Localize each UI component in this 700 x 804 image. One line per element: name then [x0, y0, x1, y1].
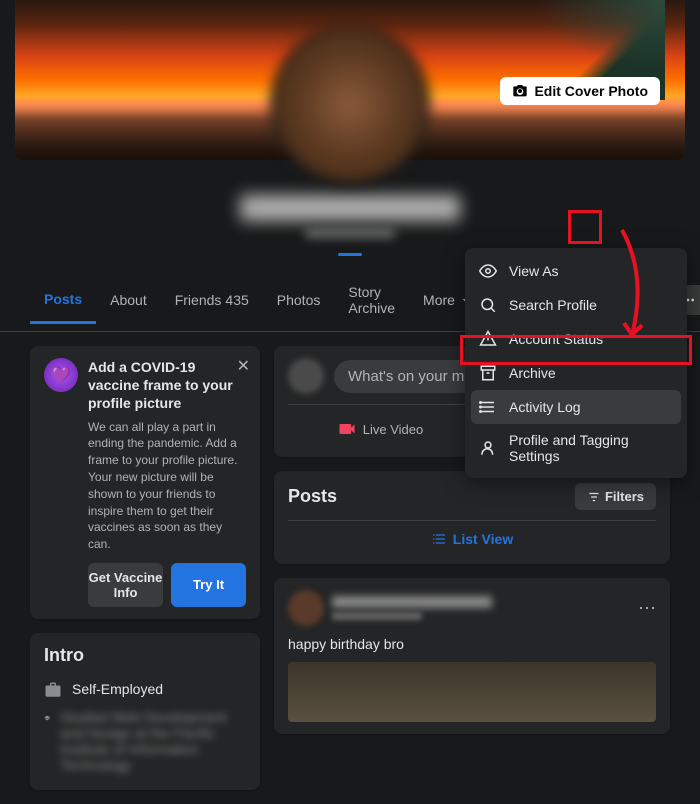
profile-name-blurred: [240, 195, 460, 221]
video-icon: [337, 419, 357, 439]
list-view-button[interactable]: List View: [431, 531, 513, 547]
camera-icon: [512, 83, 528, 99]
annotation-highlight-more: [568, 210, 602, 244]
intro-item-work: Self-Employed: [44, 676, 246, 704]
activity-log-icon: [479, 398, 497, 416]
briefcase-icon: [44, 681, 62, 699]
tab-friends[interactable]: Friends 435: [161, 278, 263, 322]
dropdown-activity-log[interactable]: Activity Log: [471, 390, 681, 424]
post-card: ⋯ happy birthday bro: [274, 578, 670, 734]
get-vaccine-info-button[interactable]: Get Vaccine Info: [88, 563, 163, 607]
annotation-highlight-activity: [460, 335, 692, 365]
dropdown-profile-tagging[interactable]: Profile and Tagging Settings: [471, 424, 681, 472]
tab-photos[interactable]: Photos: [263, 278, 335, 322]
filters-button[interactable]: Filters: [575, 483, 656, 510]
vaccine-title: Add a COVID-19 vaccine frame to your pro…: [88, 358, 246, 413]
profile-subtitle-blurred: [305, 228, 395, 238]
intro-card: Intro Self-Employed Studied Web Developm…: [30, 633, 260, 790]
tab-about[interactable]: About: [96, 278, 161, 322]
close-icon[interactable]: ✕: [237, 356, 250, 376]
post-time-blurred: [332, 612, 422, 620]
edit-cover-button[interactable]: Edit Cover Photo: [500, 77, 660, 105]
posts-title: Posts: [288, 486, 337, 507]
post-more-button[interactable]: ⋯: [638, 598, 656, 619]
list-icon: [431, 531, 447, 547]
post-avatar[interactable]: [288, 590, 324, 626]
live-video-button[interactable]: Live Video: [288, 413, 472, 445]
post-meta: [332, 596, 630, 620]
eye-icon: [479, 262, 497, 280]
posts-header-card: Posts Filters List View: [274, 471, 670, 564]
tab-story-archive[interactable]: Story Archive: [334, 270, 409, 330]
graduation-icon: [44, 709, 50, 727]
profile-avatar[interactable]: [270, 25, 430, 185]
search-icon: [479, 296, 497, 314]
edit-cover-label: Edit Cover Photo: [534, 83, 648, 99]
post-image[interactable]: [288, 662, 656, 722]
tab-posts[interactable]: Posts: [30, 277, 96, 324]
vaccine-body: We can all play a part in ending the pan…: [88, 419, 246, 553]
filter-icon: [587, 490, 601, 504]
archive-icon: [479, 364, 497, 382]
vaccine-frame-card: ✕ 💜 Add a COVID-19 vaccine frame to your…: [30, 346, 260, 619]
intro-title: Intro: [44, 645, 246, 666]
post-text: happy birthday bro: [288, 636, 656, 652]
vaccine-icon: 💜: [44, 358, 78, 392]
try-it-button[interactable]: Try It: [171, 563, 246, 607]
intro-item-education: Studied Web Development and Design at th…: [44, 704, 246, 778]
left-column: ✕ 💜 Add a COVID-19 vaccine frame to your…: [30, 346, 260, 790]
post-author-blurred: [332, 596, 492, 608]
user-icon: [479, 439, 497, 457]
composer-avatar[interactable]: [288, 358, 324, 394]
